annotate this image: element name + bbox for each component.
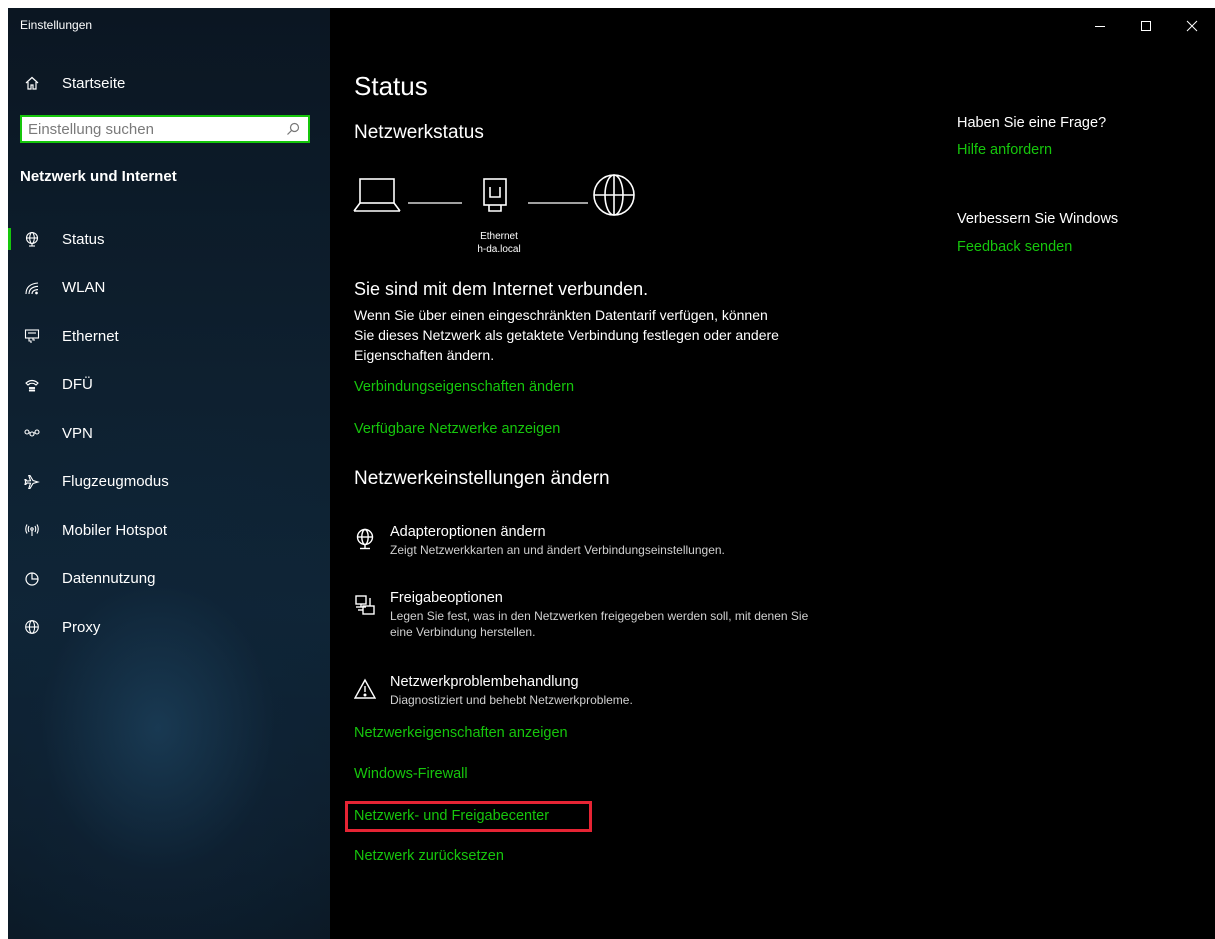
- page-title: Status: [354, 71, 428, 101]
- metered-description: Wenn Sie über einen eingeschränkten Date…: [354, 307, 779, 363]
- search-input[interactable]: [22, 117, 286, 141]
- adapter-options[interactable]: Adapteroptionen ändern Zeigt Netzwerkkar…: [354, 524, 830, 558]
- adapter-domain: h-da.local: [477, 244, 521, 255]
- sidebar-item-airplane[interactable]: Flugzeugmodus: [8, 465, 330, 514]
- adapter-globe-icon: [356, 528, 374, 550]
- send-feedback-link[interactable]: Feedback senden: [957, 239, 1072, 255]
- sidebar-item-vpn[interactable]: VPN: [8, 416, 330, 465]
- option-description: Legen Sie fest, was in den Netzwerken fr…: [390, 609, 809, 639]
- windows-firewall-link[interactable]: Windows-Firewall: [354, 766, 468, 782]
- sidebar: Einstellungen Startseite Netzwerk und In…: [8, 8, 330, 939]
- vpn-icon: [24, 429, 40, 437]
- improve-windows-text: Verbessern Sie Windows: [957, 211, 1119, 227]
- sidebar-home-label: Startseite: [62, 74, 126, 92]
- sidebar-item-ethernet[interactable]: Ethernet: [8, 319, 330, 368]
- option-title: Adapteroptionen ändern: [390, 524, 546, 540]
- main-content: Status Netzwerkstatus Ethernet h-da.loca…: [330, 8, 1215, 939]
- option-title: Netzwerkproblembehandlung: [390, 674, 579, 690]
- network-troubleshooter[interactable]: Netzwerkproblembehandlung Diagnostiziert…: [353, 674, 830, 708]
- sidebar-nav: Status WLAN Ethernet DFÜ VPN Flugzeugmod…: [8, 222, 330, 659]
- sidebar-item-label: WLAN: [62, 279, 106, 297]
- sidebar-item-hotspot[interactable]: Mobiler Hotspot: [8, 513, 330, 562]
- sidebar-item-label: Status: [62, 230, 105, 248]
- sidebar-item-label: Mobiler Hotspot: [62, 521, 168, 539]
- option-title: Freigabeoptionen: [390, 590, 503, 606]
- sharing-options[interactable]: Freigabeoptionen Legen Sie fest, was in …: [354, 590, 830, 640]
- change-settings-title: Netzwerkeinstellungen ändern: [354, 468, 610, 489]
- wifi-icon: [25, 282, 39, 295]
- home-icon: [25, 76, 39, 90]
- airplane-icon: [24, 474, 40, 489]
- warning-icon: [353, 678, 377, 699]
- network-diagram: Ethernet h-da.local: [352, 173, 662, 263]
- globe-icon: [25, 620, 39, 635]
- sidebar-home[interactable]: Startseite: [24, 72, 125, 94]
- sidebar-item-dfu[interactable]: DFÜ: [8, 368, 330, 417]
- sidebar-item-label: VPN: [62, 424, 93, 442]
- sidebar-item-label: Datennutzung: [62, 570, 156, 588]
- search-box: [20, 115, 310, 143]
- connection-status-text: Sie sind mit dem Internet verbunden.: [354, 279, 649, 299]
- sidebar-item-wlan[interactable]: WLAN: [8, 271, 330, 320]
- status-globe-icon: [25, 232, 39, 247]
- app-title: Einstellungen: [20, 18, 93, 32]
- sidebar-item-label: DFÜ: [62, 376, 93, 394]
- maximize-icon: [1141, 21, 1151, 31]
- adapter-name: Ethernet: [480, 231, 518, 242]
- window-controls: [1077, 14, 1215, 38]
- network-reset-link[interactable]: Netzwerk zurücksetzen: [354, 848, 504, 864]
- network-sharing-center-link[interactable]: Netzwerk- und Freigabecenter: [354, 808, 549, 824]
- help-question: Haben Sie eine Frage?: [957, 115, 1107, 131]
- sidebar-item-label: Proxy: [62, 618, 101, 636]
- dialup-icon: [25, 379, 39, 392]
- minimize-icon: [1095, 26, 1105, 27]
- sidebar-item-label: Ethernet: [62, 327, 119, 345]
- sidebar-item-status[interactable]: Status: [8, 222, 330, 271]
- minimize-button[interactable]: [1077, 14, 1123, 38]
- internet-globe-icon: [593, 174, 635, 216]
- laptop-icon: [353, 178, 401, 212]
- show-available-networks-link[interactable]: Verfügbare Netzwerke anzeigen: [354, 421, 560, 437]
- ethernet-icon: [24, 329, 40, 344]
- network-status-title: Netzwerkstatus: [354, 122, 484, 143]
- view-network-properties-link[interactable]: Netzwerkeigenschaften anzeigen: [354, 725, 568, 741]
- maximize-button[interactable]: [1123, 14, 1169, 38]
- hotspot-icon: [25, 524, 39, 537]
- option-description: Diagnostiziert und behebt Netzwerkproble…: [390, 693, 633, 707]
- sidebar-section-title: Netzwerk und Internet: [20, 168, 177, 185]
- ethernet-port-icon: [483, 178, 507, 212]
- data-usage-icon: [25, 572, 39, 586]
- settings-window: Einstellungen Startseite Netzwerk und In…: [8, 8, 1215, 939]
- get-help-link[interactable]: Hilfe anfordern: [957, 142, 1052, 158]
- sharing-icon: [355, 595, 375, 615]
- close-button[interactable]: [1169, 14, 1215, 38]
- sidebar-item-proxy[interactable]: Proxy: [8, 610, 330, 659]
- close-icon: [1186, 20, 1198, 32]
- option-description: Zeigt Netzwerkkarten an und ändert Verbi…: [390, 543, 725, 557]
- search-icon[interactable]: [286, 122, 300, 136]
- sidebar-item-label: Flugzeugmodus: [62, 473, 169, 491]
- sidebar-item-data-usage[interactable]: Datennutzung: [8, 562, 330, 611]
- change-connection-properties-link[interactable]: Verbindungseigenschaften ändern: [354, 379, 574, 395]
